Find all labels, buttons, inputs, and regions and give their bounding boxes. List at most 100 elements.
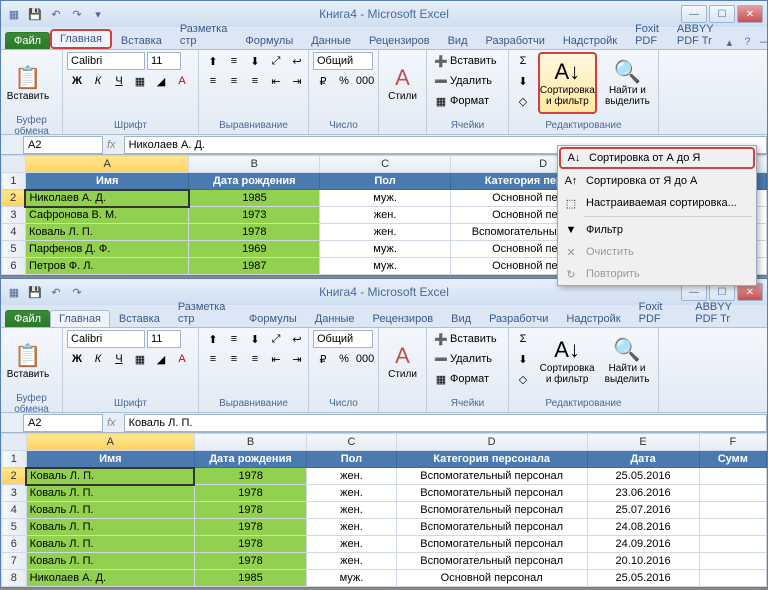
cell[interactable]: муж. <box>320 190 451 207</box>
column-header[interactable]: C <box>307 434 397 451</box>
row-header[interactable]: 6 <box>2 536 27 553</box>
column-header[interactable]: F <box>699 434 766 451</box>
styles-button[interactable]: AСтили <box>383 330 422 392</box>
cell[interactable]: 1985 <box>194 570 306 587</box>
cell[interactable]: 20.10.2016 <box>587 553 699 570</box>
cell[interactable]: 23.06.2016 <box>587 485 699 502</box>
fill-color-button[interactable]: ◢ <box>151 72 171 90</box>
cell[interactable]: Коваль Л. П. <box>26 485 194 502</box>
cell[interactable]: жен. <box>307 536 397 553</box>
doc-minimize-icon[interactable]: — <box>758 35 768 49</box>
menu-item[interactable]: A↑Сортировка от Я до А <box>558 170 756 192</box>
styles-button[interactable]: AСтили <box>383 52 422 114</box>
align-left-button[interactable]: ≡ <box>203 72 223 90</box>
format-cells-button[interactable]: ▦Формат <box>431 92 500 110</box>
cell[interactable]: Сафронова В. М. <box>25 207 188 224</box>
column-header[interactable]: E <box>587 434 699 451</box>
tab-abbyy[interactable]: ABBYY PDF Tr <box>668 20 723 49</box>
find-select-button[interactable]: 🔍Найти и выделить <box>600 330 654 392</box>
header-cell[interactable]: Имя <box>26 451 194 468</box>
align-middle-button[interactable]: ≡ <box>224 52 244 70</box>
cell[interactable]: Коваль Л. П. <box>26 553 194 570</box>
column-header[interactable]: B <box>194 434 306 451</box>
cell[interactable]: 1987 <box>189 258 320 275</box>
tab-insert[interactable]: Вставка <box>112 32 171 49</box>
tab-foxit[interactable]: Foxit PDF <box>630 298 687 327</box>
cell[interactable]: 1978 <box>194 519 306 536</box>
tab-developer[interactable]: Разработчи <box>477 32 554 49</box>
cell[interactable]: 25.05.2016 <box>587 570 699 587</box>
sort-filter-button[interactable]: A↓Сортировка и фильтр <box>538 330 596 392</box>
header-cell[interactable]: Имя <box>25 173 188 190</box>
cell[interactable]: 1978 <box>194 536 306 553</box>
cell[interactable]: Вспомогательный персонал <box>396 502 587 519</box>
column-header[interactable]: B <box>189 156 320 173</box>
cell[interactable] <box>699 468 766 485</box>
number-format-combo[interactable]: Общий <box>313 330 373 348</box>
cell[interactable]: муж. <box>320 241 451 258</box>
cell[interactable]: жен. <box>307 485 397 502</box>
wrap-text-button[interactable]: ↩ <box>287 52 307 70</box>
cell[interactable]: 1978 <box>194 553 306 570</box>
italic-button[interactable]: К <box>88 350 108 368</box>
cell[interactable]: Коваль Л. П. <box>26 519 194 536</box>
cell[interactable]: 1973 <box>189 207 320 224</box>
header-cell[interactable]: Сумм <box>699 451 766 468</box>
save-icon[interactable]: 💾 <box>26 283 44 301</box>
delete-cells-button[interactable]: ➖Удалить <box>431 72 500 90</box>
cell[interactable]: Николаев А. Д. <box>25 190 188 207</box>
tab-formulas[interactable]: Формулы <box>236 32 302 49</box>
cell[interactable]: Вспомогательный персонал <box>396 485 587 502</box>
bold-button[interactable]: Ж <box>67 72 87 90</box>
italic-button[interactable]: К <box>88 72 108 90</box>
row-header[interactable]: 8 <box>2 570 27 587</box>
cell[interactable]: Вспомогательный персонал <box>396 553 587 570</box>
minimize-ribbon-icon[interactable]: ▴ <box>722 35 736 49</box>
cell[interactable] <box>699 570 766 587</box>
cell[interactable]: жен. <box>307 519 397 536</box>
cell[interactable]: Николаев А. Д. <box>26 570 194 587</box>
delete-cells-button[interactable]: ➖Удалить <box>431 350 500 368</box>
number-format-combo[interactable]: Общий <box>313 52 373 70</box>
tab-addins[interactable]: Надстройк <box>557 310 629 327</box>
undo-icon[interactable]: ↶ <box>47 283 65 301</box>
cell[interactable]: жен. <box>320 224 451 241</box>
header-cell[interactable]: Дата <box>587 451 699 468</box>
tab-abbyy[interactable]: ABBYY PDF Tr <box>686 298 763 327</box>
align-bottom-button[interactable]: ⬇ <box>245 52 265 70</box>
tab-layout[interactable]: Разметка стр <box>171 20 237 49</box>
cell[interactable] <box>699 485 766 502</box>
paste-button[interactable]: 📋Вставить <box>5 52 51 114</box>
redo-icon[interactable]: ↷ <box>68 283 86 301</box>
cell[interactable]: 1969 <box>189 241 320 258</box>
tab-data[interactable]: Данные <box>302 32 360 49</box>
orientation-button[interactable]: ⤢ <box>266 52 286 70</box>
sort-filter-button[interactable]: A↓ Сортировка и фильтр <box>538 52 597 114</box>
font-color-button[interactable]: A <box>172 350 192 368</box>
tab-home[interactable]: Главная <box>50 29 112 49</box>
close-button[interactable]: ✕ <box>737 5 763 23</box>
name-box[interactable]: A2 <box>23 136 103 154</box>
cell[interactable]: 24.08.2016 <box>587 519 699 536</box>
cell[interactable]: 25.05.2016 <box>587 468 699 485</box>
format-cells-button[interactable]: ▦Формат <box>431 370 500 388</box>
column-header[interactable]: C <box>320 156 451 173</box>
row-header[interactable]: 5 <box>2 519 27 536</box>
cell[interactable]: 1978 <box>189 224 320 241</box>
cell[interactable]: 1978 <box>194 485 306 502</box>
cell[interactable]: Коваль Л. П. <box>26 468 194 485</box>
cell[interactable]: Вспомогательный персонал <box>396 519 587 536</box>
cell[interactable] <box>699 502 766 519</box>
cell[interactable]: Коваль Л. П. <box>26 536 194 553</box>
clear-button[interactable]: ◇ <box>513 92 533 110</box>
tab-layout[interactable]: Разметка стр <box>169 298 240 327</box>
fill-color-button[interactable]: ◢ <box>151 350 171 368</box>
row-header[interactable]: 2 <box>2 190 26 207</box>
tab-foxit[interactable]: Foxit PDF <box>626 20 668 49</box>
autosum-button[interactable]: Σ <box>513 52 533 70</box>
excel-logo-icon[interactable]: ▦ <box>5 5 23 23</box>
cell[interactable]: муж. <box>320 258 451 275</box>
tab-file[interactable]: Файл <box>5 310 50 327</box>
insert-cells-button[interactable]: ➕Вставить <box>431 330 500 348</box>
undo-icon[interactable]: ↶ <box>47 5 65 23</box>
